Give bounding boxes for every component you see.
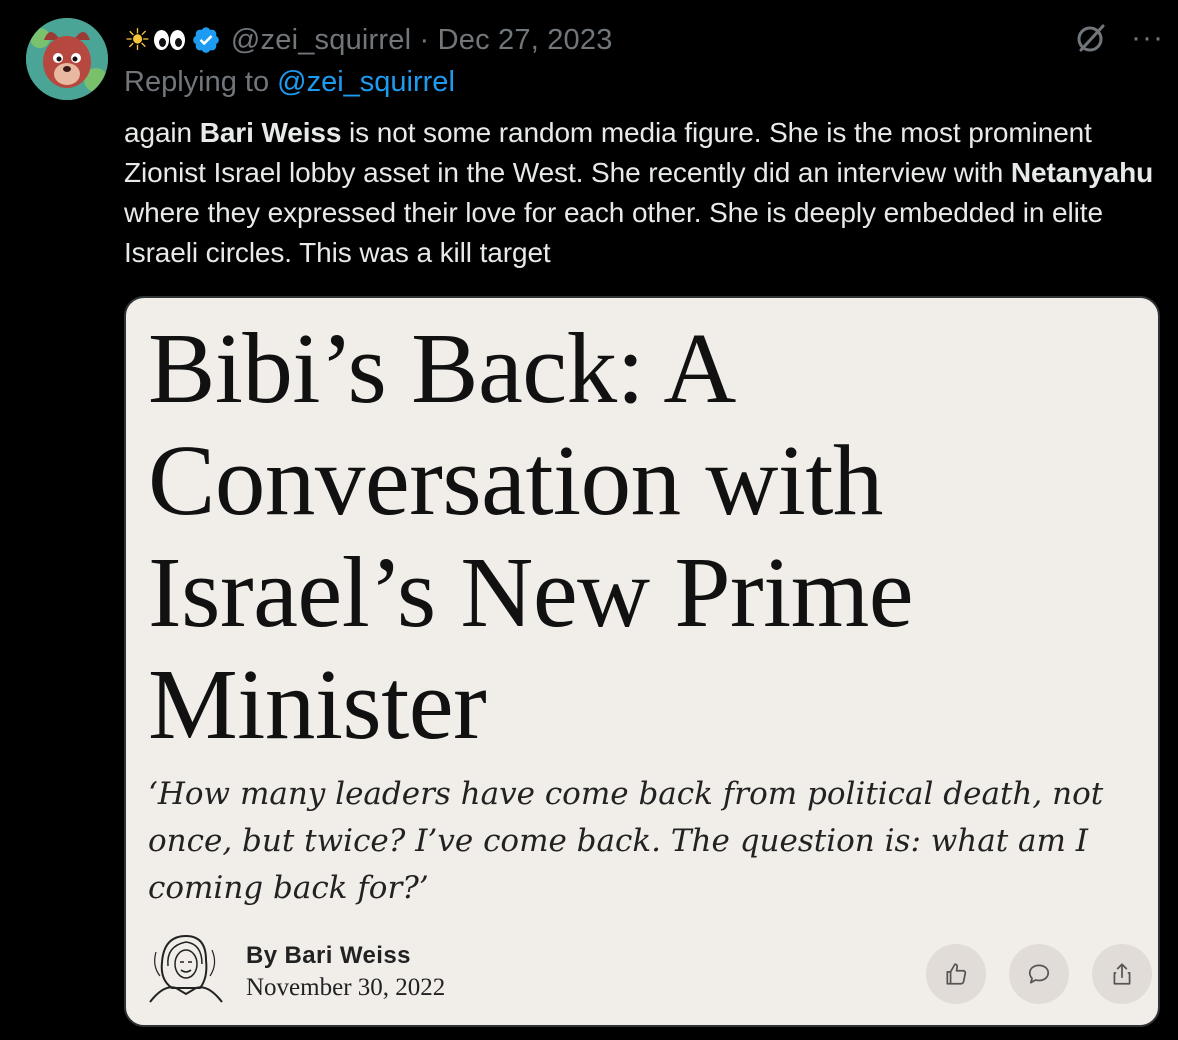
- article-date: November 30, 2022: [246, 974, 446, 1001]
- like-button[interactable]: [926, 944, 986, 1004]
- comment-button[interactable]: [1009, 944, 1069, 1004]
- attached-image[interactable]: Bibi’s Back: A Conversation with Israel’…: [124, 296, 1160, 1027]
- bold-text-bari-weiss: Bari Weiss: [199, 117, 342, 148]
- squirrel-avatar-image: [26, 18, 108, 100]
- share-icon: [1113, 963, 1131, 985]
- share-button[interactable]: [1092, 944, 1152, 1004]
- tweet-text: again Bari Weiss is not some random medi…: [124, 113, 1154, 273]
- comment-icon: [1028, 964, 1050, 984]
- handle[interactable]: @zei_squirrel: [231, 24, 411, 56]
- display-name[interactable]: ☀: [124, 23, 221, 58]
- tweet-header: ☀ @zei_squirrel · Dec 27, 2023: [124, 20, 613, 60]
- sun-emoji-icon: ☀: [124, 23, 151, 57]
- article-headline: Bibi’s Back: A Conversation with Israel’…: [148, 312, 914, 760]
- text-part: again: [124, 117, 200, 148]
- tweet-actions-top: ···: [1073, 20, 1164, 56]
- article-byline: By Bari Weiss: [246, 942, 411, 969]
- date-separator: ·: [411, 23, 438, 56]
- handle-and-date[interactable]: @zei_squirrel · Dec 27, 2023: [231, 24, 613, 57]
- like-icon: [946, 963, 967, 985]
- replying-to: Replying to @zei_squirrel: [124, 66, 455, 99]
- verified-badge-icon: [193, 27, 219, 53]
- article-dek: ‘How many leaders have come back from po…: [148, 776, 1104, 906]
- bold-text-netanyahu: Netanyahu: [1010, 157, 1154, 188]
- more-options-icon[interactable]: ···: [1131, 23, 1164, 53]
- eyes-emoji-icon: [153, 30, 185, 50]
- replying-to-link[interactable]: @zei_squirrel: [277, 66, 455, 98]
- text-part: where they expressed their love for each…: [124, 197, 1103, 268]
- author-portrait-icon: [149, 934, 223, 1003]
- avatar[interactable]: [26, 18, 108, 100]
- grok-icon[interactable]: [1073, 20, 1109, 56]
- tweet-date[interactable]: Dec 27, 2023: [438, 24, 613, 56]
- replying-prefix: Replying to: [124, 66, 278, 98]
